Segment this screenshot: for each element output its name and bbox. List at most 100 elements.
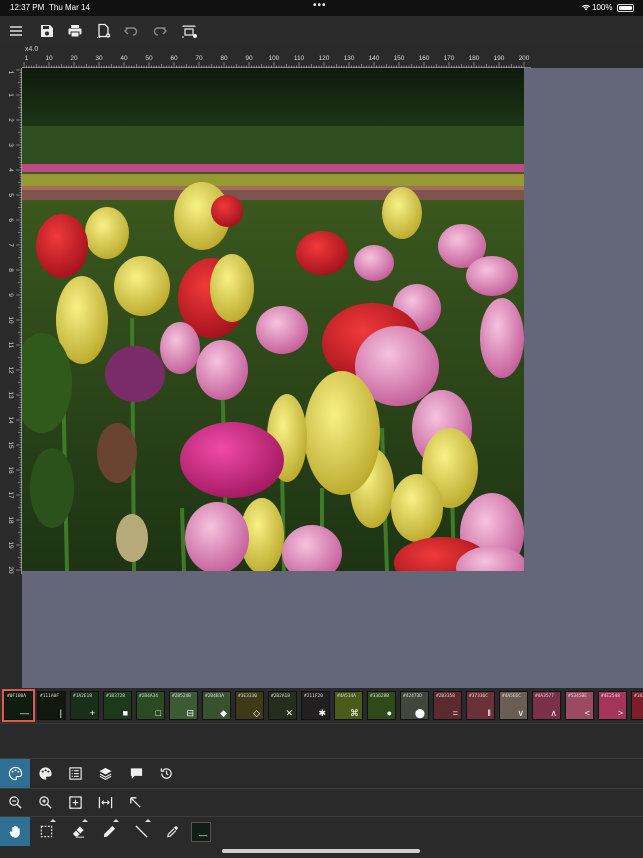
comment-button[interactable]: [121, 759, 151, 788]
palette-tab-button[interactable]: [0, 759, 30, 788]
ruler-left-label: 12: [7, 366, 14, 374]
pointer-icon: [129, 797, 141, 808]
print-button[interactable]: [65, 21, 85, 41]
palette-swatch[interactable]: #2B524B ⊟: [169, 691, 198, 720]
swatch-hex-label: #111A0F: [40, 694, 59, 699]
palette-swatch[interactable]: #111A0F |: [37, 691, 66, 720]
canvas-resize-button[interactable]: [180, 21, 200, 41]
palette-swatch[interactable]: #211F20 ✱: [301, 691, 330, 720]
pencil-icon: [103, 825, 115, 838]
palette-swatch[interactable]: #1823: [631, 691, 643, 720]
palette-swatch[interactable]: #4A514A ⌘: [334, 691, 363, 720]
fit-width-button[interactable]: [90, 789, 120, 816]
ruler-left-label: 8: [7, 268, 14, 272]
swatch-symbol: ∧: [550, 708, 557, 718]
fit-screen-button[interactable]: [60, 789, 90, 816]
color-wheel-icon: [38, 767, 52, 780]
palette-swatch[interactable]: #1B3728 ■: [103, 691, 132, 720]
swatch-hex-label: #2B2A18: [271, 694, 290, 699]
line-tool-button[interactable]: [126, 817, 156, 846]
eyedropper-icon: [166, 826, 178, 838]
wifi-icon: [582, 4, 590, 11]
palette-swatch[interactable]: #2B4B3A ◆: [202, 691, 231, 720]
ruler-left-label: 5: [7, 193, 14, 197]
zoom-out-button[interactable]: [0, 789, 30, 816]
swatch-symbol: >: [617, 708, 623, 718]
swatch-hex-label: #4A514A: [337, 694, 356, 699]
ruler-left-label: 15: [7, 441, 14, 449]
layers-button[interactable]: [90, 759, 120, 788]
zoom-in-button[interactable]: [30, 789, 60, 816]
current-color-swatch[interactable]: —: [191, 822, 211, 842]
history-button[interactable]: [151, 759, 181, 788]
ruler-top-label: 180: [469, 55, 480, 62]
palette-swatch[interactable]: #0F1B0A —: [2, 689, 35, 722]
swatch-hex-label: #211F20: [304, 694, 323, 699]
ruler-top-label: 110: [294, 55, 305, 62]
status-time: 12:37 PM: [10, 3, 45, 12]
hand-tool-button[interactable]: [0, 817, 30, 846]
palette-swatch[interactable]: #3E3330 ◇: [235, 691, 264, 720]
zoom-out-icon: [8, 796, 22, 809]
palette-swatch[interactable]: #5345BE <: [565, 691, 594, 720]
palette-swatch[interactable]: #4E2548 >: [598, 691, 627, 720]
ruler-left-label: 17: [7, 491, 14, 499]
redo-icon: [153, 27, 167, 36]
ruler-top-label: 20: [70, 55, 78, 62]
fit-icon: [68, 796, 82, 809]
palette-swatch[interactable]: #42473D ⬤: [400, 691, 429, 720]
swatch-hex-label: #33628B: [370, 694, 389, 699]
tool-options-indicator: [113, 819, 119, 822]
ruler-left-label: 4: [7, 168, 14, 172]
color-wheel-button[interactable]: [30, 759, 60, 788]
menu-icon: [10, 26, 22, 36]
palette-swatch[interactable]: #4A3577 ∧: [532, 691, 561, 720]
ruler-top-label: 60: [170, 55, 178, 62]
palette-swatch[interactable]: #37336C ‖: [466, 691, 495, 720]
swatch-hex-label: #0F1B0A: [7, 694, 26, 699]
document-settings-button[interactable]: [94, 21, 114, 41]
tool-options-indicator: [145, 819, 151, 822]
ruler-left-label: 3: [7, 143, 14, 147]
list-button[interactable]: [60, 759, 90, 788]
palette-swatch[interactable]: #2B3358 =: [433, 691, 462, 720]
palette-strip: #0F1B0A — #111A0F | #1A2E18 + #1B3728 ■ #2B4A34 □…: [0, 688, 643, 723]
selection-tool-button[interactable]: [31, 817, 61, 846]
ruler-left-label: 14: [7, 416, 14, 424]
palette-swatch[interactable]: #2B4A34 □: [136, 691, 165, 720]
eraser-tool-button[interactable]: [63, 817, 93, 846]
zoom-in-icon: [38, 796, 52, 809]
ruler-left-label: 16: [7, 466, 14, 474]
list-icon: [68, 767, 82, 780]
palette-swatch[interactable]: #2B2A18 ✕: [268, 691, 297, 720]
status-date: Thu Mar 14: [49, 3, 90, 12]
fit-width-icon: [98, 796, 112, 809]
pixel-art-image[interactable]: [22, 68, 524, 571]
swatch-symbol: ●: [386, 708, 392, 718]
drawing-tools-row: —: [0, 816, 643, 846]
swatch-symbol: |: [59, 708, 62, 718]
save-button[interactable]: [37, 21, 57, 41]
undo-button[interactable]: [121, 21, 141, 41]
pointer-button[interactable]: [120, 789, 150, 816]
palette-swatch[interactable]: #33628B ●: [367, 691, 396, 720]
swatch-symbol: <: [584, 708, 590, 718]
battery-icon: [617, 4, 634, 12]
swatch-hex-label: #2B4A34: [139, 694, 158, 699]
panel-tabs-row: [0, 758, 643, 788]
comment-icon: [130, 768, 142, 779]
canvas-area[interactable]: [22, 68, 643, 688]
pencil-tool-button[interactable]: [94, 817, 124, 846]
ruler-left-label: 19: [7, 541, 14, 549]
swatch-hex-label: #2B524B: [172, 694, 191, 699]
ruler-top-label: 100: [269, 55, 280, 62]
swatch-symbol: +: [89, 708, 95, 718]
ruler-top-label: 170: [444, 55, 455, 62]
ruler-top-label: 200: [519, 55, 530, 62]
palette-swatch[interactable]: #4A5E6C ∨: [499, 691, 528, 720]
multitasking-dots[interactable]: •••: [313, 0, 327, 11]
palette-swatch[interactable]: #1A2E18 +: [70, 691, 99, 720]
menu-button[interactable]: [6, 21, 26, 41]
eyedropper-tool-button[interactable]: [157, 817, 187, 846]
redo-button[interactable]: [150, 21, 170, 41]
